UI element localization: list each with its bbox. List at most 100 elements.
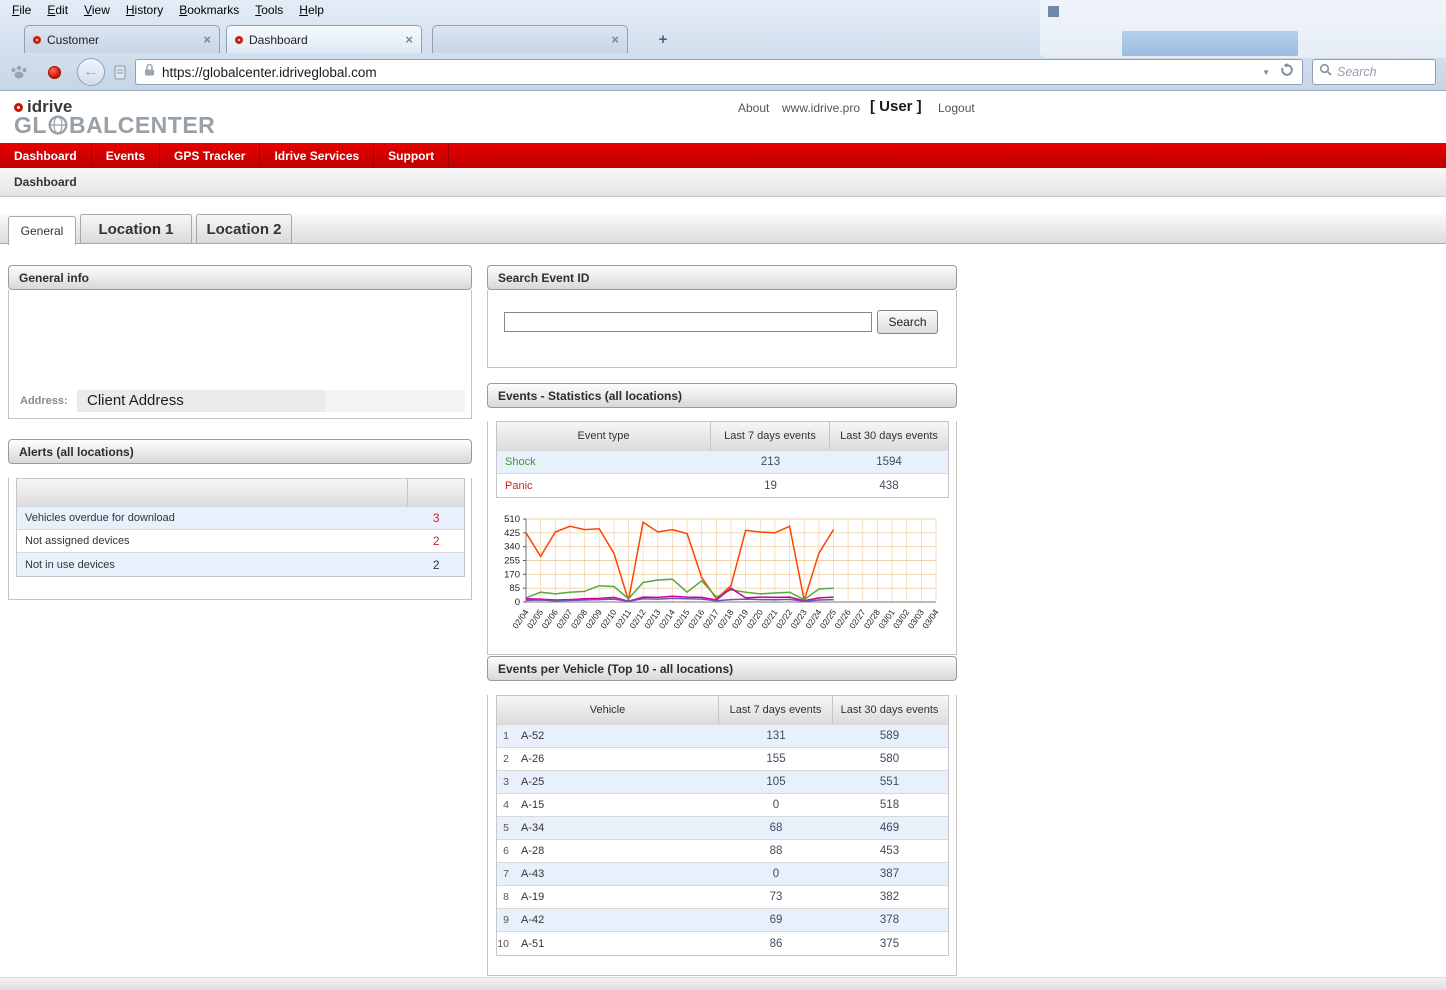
svg-text:170: 170 <box>504 569 520 580</box>
alert-label: Vehicles overdue for download <box>17 507 408 529</box>
browser-search-box[interactable] <box>1312 59 1436 85</box>
address-bar[interactable]: https://globalcenter.idriveglobal.com ▼ <box>135 59 1303 85</box>
row-rank: 6 <box>497 840 513 862</box>
search-icon <box>1319 63 1332 81</box>
last30-value: 378 <box>833 909 946 931</box>
logo-text-gl: GL <box>14 114 47 136</box>
menu-bookmarks[interactable]: Bookmarks <box>171 1 247 19</box>
navigation-toolbar: ← https://globalcenter.idriveglobal.com … <box>0 53 1446 91</box>
back-button[interactable]: ← <box>77 58 105 86</box>
last30-value: 387 <box>833 863 946 885</box>
tab-close-icon[interactable]: × <box>405 34 413 46</box>
idrive-pro-link[interactable]: www.idrive.pro <box>782 101 860 115</box>
browser-tab-customer[interactable]: Customer × <box>24 25 220 53</box>
alerts-header: Alerts (all locations) <box>8 439 472 464</box>
tab-close-icon[interactable]: × <box>611 34 619 46</box>
row-rank: 10 <box>497 932 513 955</box>
tab-close-icon[interactable]: × <box>203 34 211 46</box>
last7-value: 68 <box>719 817 833 839</box>
logout-link[interactable]: Logout <box>938 101 975 115</box>
about-link[interactable]: About <box>738 101 769 115</box>
stats-row-panic: Panic 19 438 <box>497 474 948 497</box>
page-identity-icon[interactable] <box>113 65 127 80</box>
events-per-vehicle-panel: Events per Vehicle (Top 10 - all locatio… <box>487 656 957 976</box>
record-extension-icon[interactable] <box>48 66 61 79</box>
general-info-header: General info <box>8 265 472 290</box>
svg-text:340: 340 <box>504 542 520 553</box>
svg-text:425: 425 <box>504 528 520 539</box>
reload-icon[interactable] <box>1280 63 1294 82</box>
event-id-input[interactable] <box>504 312 872 332</box>
menu-bar: File Edit View History Bookmarks Tools H… <box>0 0 332 20</box>
page-footer <box>0 977 1446 990</box>
last30-value: 453 <box>833 840 946 862</box>
menu-edit[interactable]: Edit <box>39 1 76 19</box>
nav-idrive-services[interactable]: Idrive Services <box>260 143 374 168</box>
menu-tools[interactable]: Tools <box>247 1 291 19</box>
alert-row-overdue[interactable]: Vehicles overdue for download 3 <box>17 507 464 530</box>
site-favicon-icon <box>235 36 243 44</box>
row-rank: 9 <box>497 909 513 931</box>
logo-globalcenter: GL BALCENTER <box>14 114 215 136</box>
alert-count: 3 <box>408 507 464 529</box>
current-user-label: [ User ] <box>870 98 922 115</box>
menu-help[interactable]: Help <box>291 1 332 19</box>
vehicle-name: A-34 <box>513 817 719 839</box>
tab-location-1[interactable]: Location 1 <box>80 214 192 243</box>
alert-count: 2 <box>408 530 464 552</box>
url-dropdown-icon[interactable]: ▼ <box>1262 68 1270 77</box>
browser-tab-untitled[interactable]: × <box>432 25 628 53</box>
browser-tab-dashboard[interactable]: Dashboard × <box>226 25 422 53</box>
last7-value: 0 <box>719 863 833 885</box>
last7-value: 105 <box>719 771 833 793</box>
last7-value: 88 <box>719 840 833 862</box>
row-rank: 2 <box>497 748 513 770</box>
globe-icon <box>48 115 68 135</box>
table-row: 8 A-19 73 382 <box>497 886 948 909</box>
nav-events[interactable]: Events <box>92 143 160 168</box>
last30-value: 382 <box>833 886 946 908</box>
alert-row-not-assigned[interactable]: Not assigned devices 2 <box>17 530 464 553</box>
url-text[interactable]: https://globalcenter.idriveglobal.com <box>162 65 377 80</box>
nav-dashboard[interactable]: Dashboard <box>0 143 92 168</box>
alert-label: Not in use devices <box>17 553 408 576</box>
vehicle-name: A-19 <box>513 886 719 908</box>
vehicle-name: A-52 <box>513 725 719 747</box>
svg-text:510: 510 <box>504 514 520 525</box>
table-row: 4 A-15 0 518 <box>497 794 948 817</box>
paw-extension-icon[interactable] <box>10 64 28 80</box>
browser-search-input[interactable] <box>1337 65 1427 79</box>
row-rank: 5 <box>497 817 513 839</box>
row-rank: 8 <box>497 886 513 908</box>
tab-bar: Customer × Dashboard × × + <box>0 20 1446 53</box>
last30-value: 580 <box>833 748 946 770</box>
vehicle-name: A-42 <box>513 909 719 931</box>
tab-general[interactable]: General <box>8 216 76 245</box>
address-row: Address: Client Address <box>15 390 465 412</box>
menu-history[interactable]: History <box>118 1 171 19</box>
stats-row-shock: Shock 213 1594 <box>497 451 948 474</box>
vehicle-name: A-26 <box>513 748 719 770</box>
vehicle-name: A-43 <box>513 863 719 885</box>
alerts-table-header <box>17 479 464 507</box>
alerts-body: Vehicles overdue for download 3 Not assi… <box>8 478 472 600</box>
vehicle-table-header: Vehicle Last 7 days events Last 30 days … <box>497 696 948 725</box>
col-vehicle: Vehicle <box>497 696 719 724</box>
new-tab-button[interactable]: + <box>650 31 676 50</box>
search-button[interactable]: Search <box>877 310 938 334</box>
alert-row-not-in-use[interactable]: Not in use devices 2 <box>17 553 464 576</box>
breadcrumb: Dashboard <box>14 175 77 189</box>
table-row: 2 A-26 155 580 <box>497 748 948 771</box>
col-event-type: Event type <box>497 422 711 450</box>
nav-gps-tracker[interactable]: GPS Tracker <box>160 143 260 168</box>
events-per-vehicle-body: Vehicle Last 7 days events Last 30 days … <box>487 695 957 976</box>
event-type: Panic <box>497 474 711 497</box>
last30-value: 469 <box>833 817 946 839</box>
menu-file[interactable]: File <box>4 1 39 19</box>
tab-location-2[interactable]: Location 2 <box>196 214 292 243</box>
nav-support[interactable]: Support <box>374 143 449 168</box>
search-event-panel: Search Event ID Search <box>487 265 957 368</box>
row-rank: 3 <box>497 771 513 793</box>
alerts-table: Vehicles overdue for download 3 Not assi… <box>16 478 465 577</box>
menu-view[interactable]: View <box>76 1 118 19</box>
